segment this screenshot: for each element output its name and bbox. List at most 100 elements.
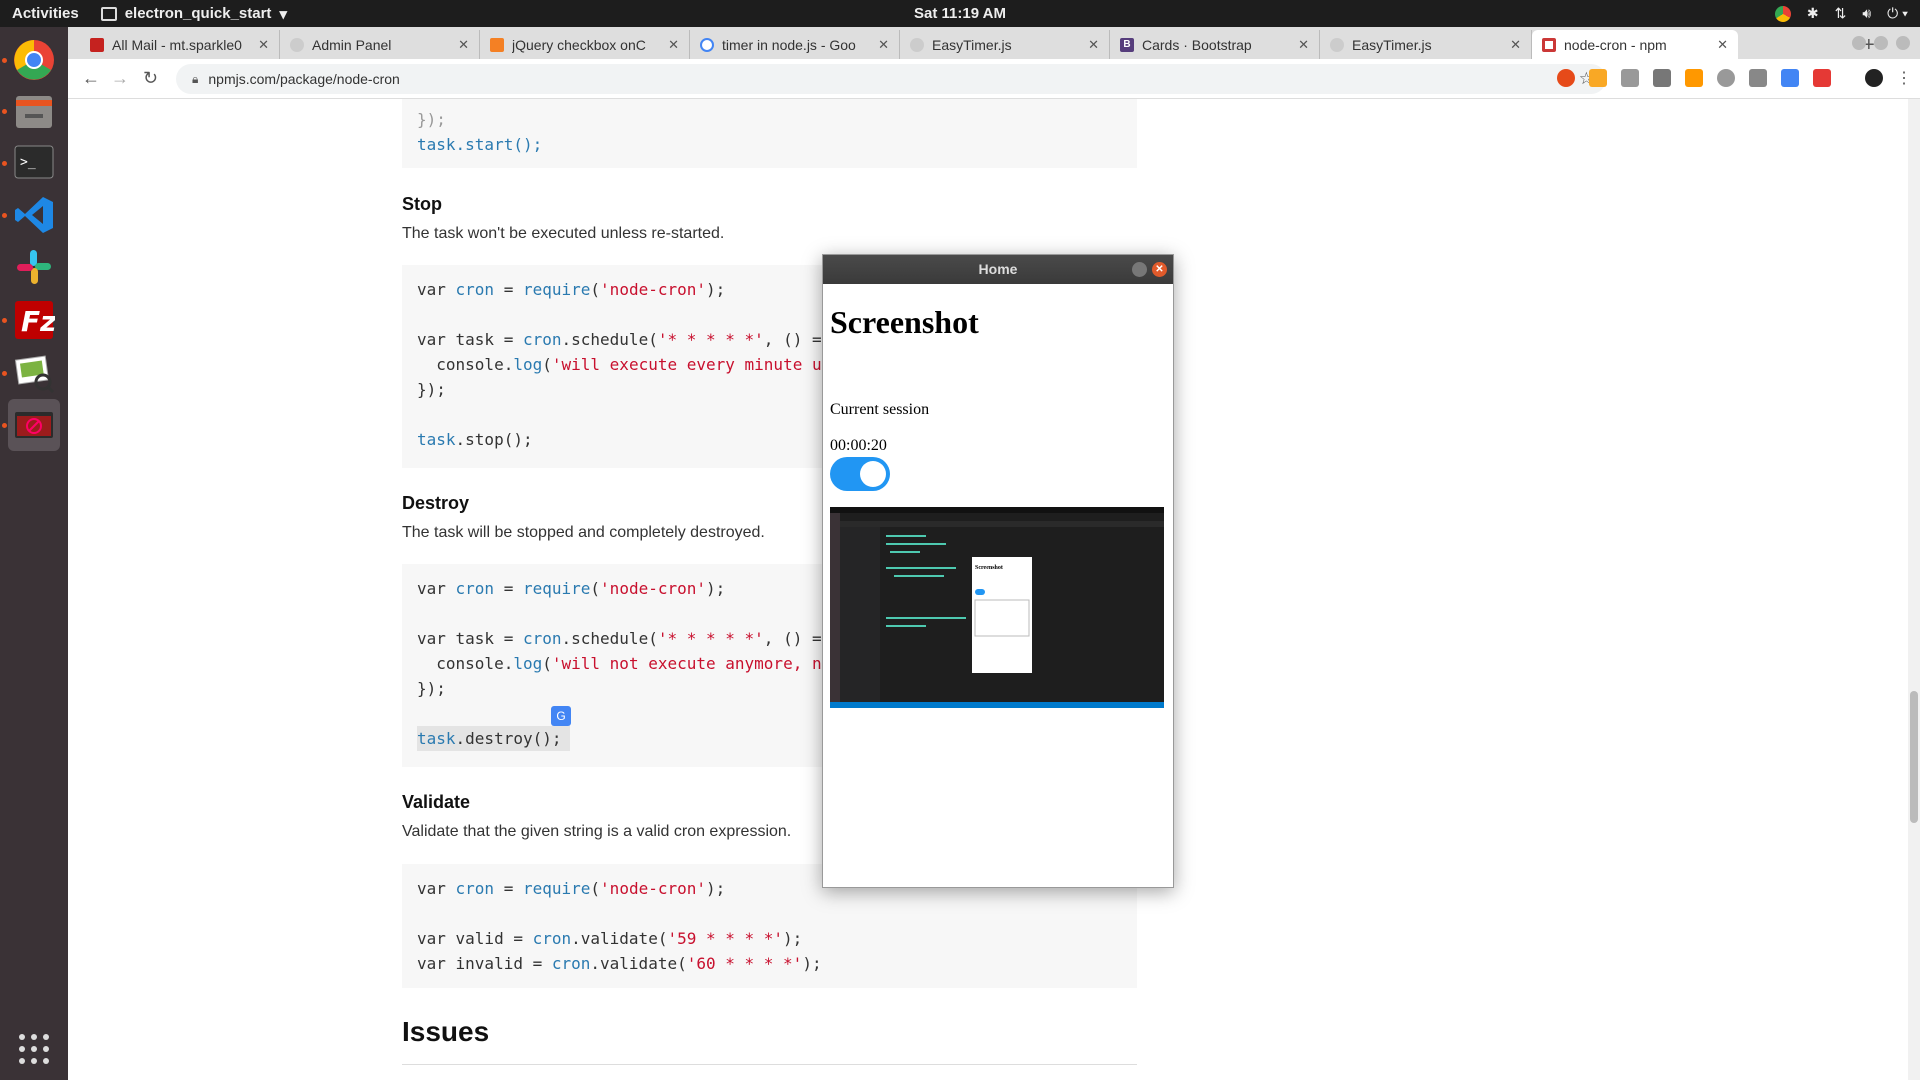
electron-icon[interactable] <box>8 399 60 451</box>
tab-easytimer-2[interactable]: EasyTimer.js ✕ <box>1320 30 1532 59</box>
tab-strip: All Mail - mt.sparkle0 ✕ Admin Panel ✕ j… <box>68 27 1920 59</box>
close-icon[interactable]: ✕ <box>1298 37 1309 53</box>
close-window-button[interactable] <box>1896 36 1910 50</box>
app-grid-icon[interactable] <box>8 1023 60 1075</box>
section-text-destroy: The task will be stopped and completely … <box>402 524 765 541</box>
network-icon[interactable]: ⇅ <box>1835 5 1847 22</box>
tab-title: Admin Panel <box>312 36 392 53</box>
files-icon[interactable] <box>8 85 60 137</box>
vscode-icon[interactable] <box>8 189 60 241</box>
session-toggle[interactable] <box>830 457 890 491</box>
scrollbar-thumb[interactable] <box>1910 691 1918 823</box>
terminal-icon[interactable]: >_ <box>8 137 60 189</box>
svg-text:>_: >_ <box>20 155 36 170</box>
chrome-tray-icon[interactable] <box>1774 5 1791 22</box>
svg-text:Fz: Fz <box>21 305 55 338</box>
section-text-stop: The task won't be executed unless re-sta… <box>402 225 725 242</box>
extension-icon[interactable] <box>1653 69 1671 87</box>
dock: >_ Fz <box>0 27 68 1080</box>
slack-icon[interactable] <box>8 241 60 293</box>
gmail-icon <box>90 37 104 52</box>
extension-icon[interactable] <box>1717 69 1735 87</box>
filezilla-icon[interactable]: Fz <box>8 294 60 346</box>
back-arrow-icon[interactable]: ← <box>82 68 100 89</box>
system-top-bar: Activities electron_quick_start ▾ Sat 11… <box>0 0 1920 27</box>
section-heading-issues: Issues <box>402 1016 490 1047</box>
tab-gmail[interactable]: All Mail - mt.sparkle0 ✕ <box>80 30 280 59</box>
app-menu[interactable]: electron_quick_start ▾ <box>100 5 287 23</box>
svg-text:Screenshot: Screenshot <box>975 565 1003 571</box>
translate-icon[interactable] <box>1781 69 1799 87</box>
bootstrap-icon: B <box>1120 37 1134 52</box>
toolbar: ← → ↻ 🔒︎ npmjs.com/package/node-cron ☆ ⋮ <box>68 59 1920 99</box>
menu-icon[interactable]: ⋮ <box>1896 68 1912 88</box>
toggle-knob <box>860 461 886 487</box>
extension-icon[interactable] <box>1685 69 1703 87</box>
running-indicator <box>2 318 7 323</box>
tab-title: node-cron - npm <box>1564 36 1667 53</box>
tab-node-cron[interactable]: node-cron - npm ✕ <box>1532 30 1738 59</box>
system-tray: ✱ ⇅ 🔊︎ ⏻ ▾ <box>1774 0 1908 27</box>
running-indicator <box>2 213 7 218</box>
tab-title: jQuery checkbox onC <box>512 36 646 53</box>
close-icon[interactable]: ✕ <box>258 37 269 53</box>
extension-icon[interactable] <box>1589 69 1607 87</box>
close-icon[interactable]: ✕ <box>668 37 679 53</box>
forward-arrow-icon[interactable]: → <box>111 68 129 89</box>
tab-admin-panel[interactable]: Admin Panel ✕ <box>280 30 480 59</box>
session-timer: 00:00:20 <box>830 437 887 454</box>
translate-popup-icon[interactable]: G <box>551 706 571 726</box>
url-text: npmjs.com/package/node-cron <box>208 71 400 87</box>
screenshot-preview: Screenshot <box>830 507 1164 708</box>
chrome-icon[interactable] <box>8 34 60 86</box>
google-icon <box>700 37 714 52</box>
close-icon[interactable]: ✕ <box>1088 37 1099 53</box>
address-bar[interactable]: 🔒︎ npmjs.com/package/node-cron ☆ <box>176 64 1606 94</box>
tab-title: All Mail - mt.sparkle0 <box>112 36 242 53</box>
section-heading-validate: Validate <box>402 792 471 812</box>
tab-easytimer[interactable]: EasyTimer.js ✕ <box>900 30 1110 59</box>
reload-icon[interactable]: ↻ <box>143 68 158 89</box>
running-indicator <box>2 371 7 376</box>
session-label: Current session <box>830 401 930 418</box>
avatar[interactable] <box>1865 69 1883 87</box>
maximize-button[interactable] <box>1874 36 1888 50</box>
electron-window: Home ✕ Screenshot Current session 00:00:… <box>822 254 1174 888</box>
extension-icon[interactable] <box>1813 69 1831 87</box>
close-icon[interactable]: ✕ <box>458 37 469 53</box>
power-icon[interactable]: ⏻ ▾ <box>1887 5 1908 22</box>
extension-icon[interactable] <box>1557 69 1575 87</box>
stackoverflow-icon <box>490 37 504 52</box>
tab-title: EasyTimer.js <box>1352 36 1432 53</box>
image-viewer-icon[interactable] <box>8 347 60 399</box>
code-line: var invalid = cron.validate('60 * * * *'… <box>417 954 822 973</box>
tab-stackoverflow[interactable]: jQuery checkbox onC ✕ <box>480 30 690 59</box>
window-content: Screenshot Current session 00:00:20 Scre… <box>823 284 1173 716</box>
clock[interactable]: Sat 11:19 AM <box>914 5 1006 22</box>
tab-title: EasyTimer.js <box>932 36 1012 53</box>
code-line: task.start(); <box>417 135 543 154</box>
slack-tray-icon[interactable]: ✱ <box>1807 5 1819 22</box>
minimize-button[interactable] <box>1132 262 1147 277</box>
code-line-selected: task.destroy(); <box>417 726 570 751</box>
volume-icon[interactable]: 🔊︎ <box>1862 5 1871 22</box>
tab-google-search[interactable]: timer in node.js - Goo ✕ <box>690 30 900 59</box>
tab-bootstrap[interactable]: B Cards · Bootstrap ✕ <box>1110 30 1320 59</box>
camera-icon[interactable] <box>1749 69 1767 87</box>
close-button[interactable]: ✕ <box>1152 262 1167 277</box>
window-title: Home <box>978 261 1018 277</box>
scrollbar[interactable] <box>1908 99 1920 1080</box>
code-line: var valid = cron.validate('59 * * * *'); <box>417 929 803 948</box>
close-icon[interactable]: ✕ <box>1510 37 1521 53</box>
window-titlebar[interactable]: Home ✕ <box>823 255 1173 284</box>
minimize-button[interactable] <box>1852 36 1866 50</box>
close-icon[interactable]: ✕ <box>1717 37 1728 53</box>
running-indicator <box>2 109 7 114</box>
tab-title: Cards · Bootstrap <box>1142 36 1252 53</box>
activities-button[interactable]: Activities <box>12 5 79 22</box>
extension-icon[interactable] <box>1621 69 1639 87</box>
page-title: Screenshot <box>830 304 979 340</box>
lock-icon[interactable]: 🔒︎ <box>192 72 198 87</box>
globe-icon <box>1330 37 1344 52</box>
close-icon[interactable]: ✕ <box>878 37 889 53</box>
